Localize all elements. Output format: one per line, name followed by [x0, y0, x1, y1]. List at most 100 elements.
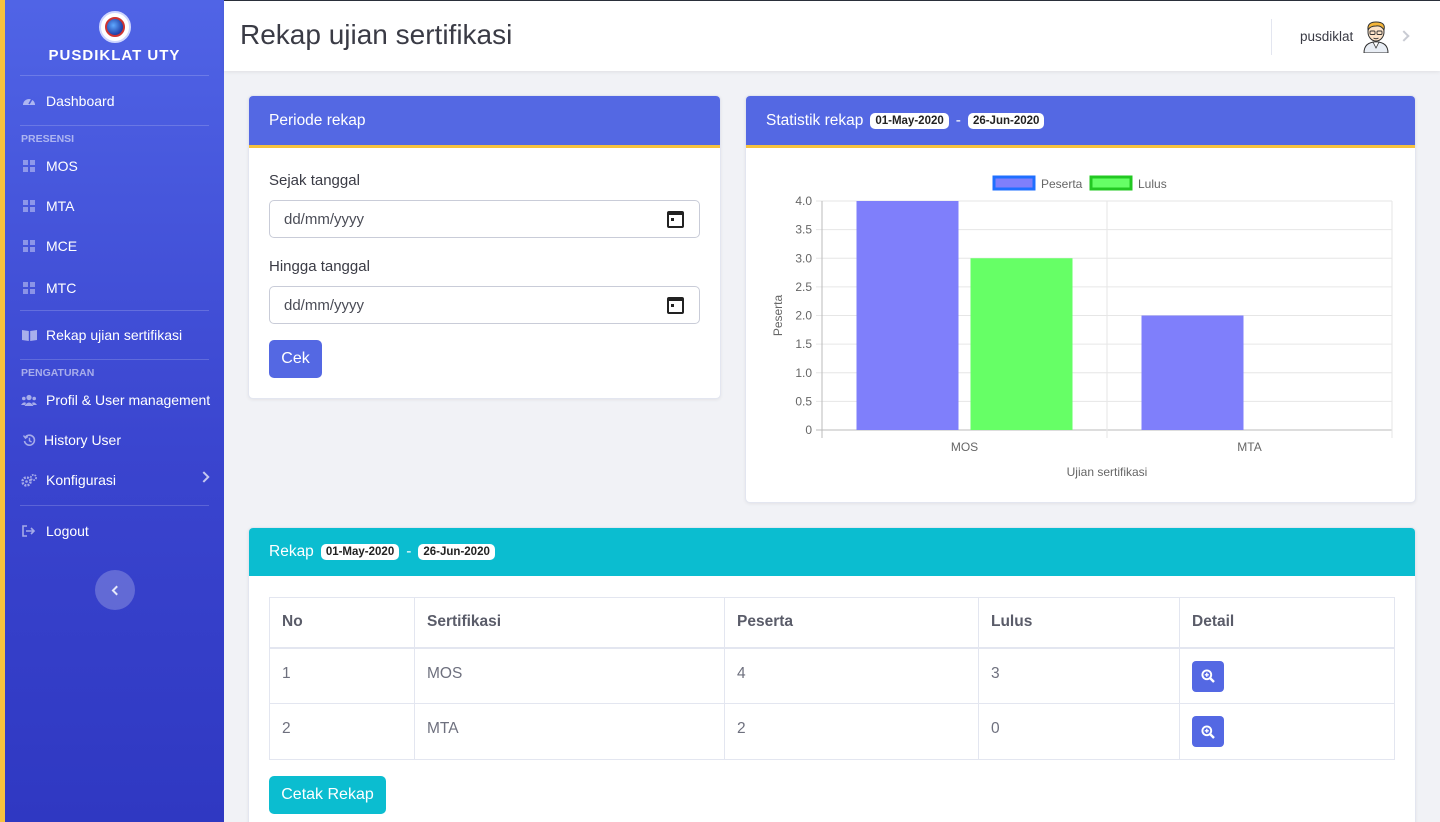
sidebar-item-konfigurasi[interactable]: Konfigurasi — [5, 460, 224, 500]
y-tick-label: 1.0 — [795, 366, 812, 380]
detail-button[interactable] — [1192, 716, 1224, 747]
zoom-in-icon — [1201, 669, 1215, 683]
zoom-in-icon — [1201, 724, 1215, 739]
topbar-divider — [1271, 19, 1272, 55]
sidebar-toggle-button[interactable] — [95, 570, 135, 610]
cell-no: 2 — [269, 703, 415, 760]
sidebar-item-label: Dashboard — [46, 92, 115, 109]
rekap-card-header: Rekap 01-May-2020 - 26-Jun-2020 — [249, 528, 1415, 576]
brand-logo — [98, 11, 131, 43]
tachometer-icon — [21, 94, 37, 108]
rekap-card: Rekap 01-May-2020 - 26-Jun-2020 No Serti… — [248, 527, 1416, 822]
periode-card: Periode rekap Sejak tanggal dd/mm/yyyy H… — [248, 95, 721, 399]
y-tick-label: 2.0 — [795, 309, 812, 323]
sidebar-item-label: Konfigurasi — [46, 472, 117, 488]
x-tick-label: MOS — [951, 440, 978, 454]
sidebar-item-history[interactable]: History User — [5, 420, 224, 460]
y-tick-label: 3.0 — [795, 251, 812, 265]
date-separator: - — [955, 111, 961, 129]
bar-peserta-mta — [1141, 315, 1244, 430]
rekap-table: No Sertifikasi Peserta Lulus Detail 1 MO… — [269, 597, 1395, 760]
since-date-input[interactable]: dd/mm/yyyy — [269, 200, 700, 238]
topbar: Rekap ujian sertifikasi pusdiklat — [224, 0, 1440, 71]
grid-icon — [21, 281, 37, 295]
sidebar-item-label: Rekap ujian sertifikasi — [46, 327, 183, 343]
grid-icon — [21, 199, 37, 213]
y-tick-label: 0 — [805, 423, 812, 437]
calendar-icon[interactable] — [667, 296, 684, 314]
legend-label-lulus: Lulus — [1138, 177, 1167, 191]
cell-sertifikasi: MTA — [414, 703, 725, 760]
sidebar-item-logout[interactable]: Logout — [5, 511, 224, 551]
statistik-card: Statistik rekap 01-May-2020 - 26-Jun-202… — [745, 95, 1416, 503]
x-axis-label: Ujian sertifikasi — [1067, 465, 1148, 479]
since-date-label: Sejak tanggal — [269, 172, 360, 189]
history-icon — [21, 433, 37, 447]
until-date-placeholder: dd/mm/yyyy — [284, 296, 365, 314]
page-title: Rekap ujian sertifikasi — [240, 19, 513, 50]
date-badge-from: 01-May-2020 — [320, 544, 400, 560]
until-date-input[interactable]: dd/mm/yyyy — [269, 286, 700, 324]
column-header-no: No — [269, 597, 415, 649]
legend-label-peserta: Peserta — [1041, 177, 1083, 191]
sidebar-item-label: MTC — [46, 280, 77, 296]
cell-peserta: 2 — [724, 703, 979, 760]
book-open-icon — [21, 328, 37, 342]
chevron-right-icon — [198, 471, 210, 483]
column-header-detail: Detail — [1179, 597, 1395, 649]
bar-lulus-mos — [970, 258, 1073, 430]
y-tick-label: 3.5 — [795, 223, 812, 237]
sidebar-item-label: History User — [44, 432, 122, 448]
cek-button[interactable]: Cek — [269, 340, 322, 378]
table-row: 1 MOS 4 3 — [269, 647, 1395, 704]
sidebar-item-label: MOS — [46, 158, 78, 174]
sidebar-item-rekap[interactable]: Rekap ujian sertifikasi — [5, 311, 224, 359]
periode-card-title: Periode rekap — [269, 111, 366, 129]
date-badge-to: 26-Jun-2020 — [967, 112, 1045, 129]
sidebar-item-label: MCE — [46, 238, 78, 254]
column-header-sertifikasi: Sertifikasi — [414, 597, 725, 649]
date-separator: - — [406, 543, 412, 560]
sidebar-item-mos[interactable]: MOS — [5, 146, 224, 186]
cell-detail — [1179, 647, 1395, 704]
cogs-icon — [21, 473, 37, 487]
statistik-card-header: Statistik rekap 01-May-2020 - 26-Jun-202… — [746, 96, 1415, 148]
brand[interactable]: PUSDIKLAT UTY — [5, 0, 224, 75]
y-tick-label: 0.5 — [795, 394, 812, 408]
cetak-rekap-button[interactable]: Cetak Rekap — [269, 776, 386, 814]
bar-chart: 0 0.5 1.0 1.5 2.0 2.5 3.0 3.5 4.0 MOS MTA Ujian ser… — [771, 175, 1393, 479]
chevron-left-icon — [111, 585, 122, 595]
until-date-label: Hingga tanggal — [269, 258, 370, 275]
y-axis-label: Peserta — [771, 294, 785, 336]
y-tick-label: 1.5 — [795, 337, 812, 351]
sidebar-heading-pengaturan: PENGATURAN — [21, 367, 95, 379]
sidebar-item-label: Profil & User management — [46, 392, 211, 408]
grid-icon — [21, 159, 37, 173]
y-tick-label: 2.5 — [795, 280, 812, 294]
cell-detail — [1179, 703, 1395, 760]
user-name[interactable]: pusdiklat — [1300, 29, 1353, 44]
x-tick-label: MTA — [1237, 440, 1261, 454]
detail-button[interactable] — [1192, 660, 1224, 692]
sidebar-item-label: MTA — [46, 198, 75, 214]
column-header-lulus: Lulus — [978, 597, 1180, 649]
sidebar-item-mce[interactable]: MCE — [5, 226, 224, 266]
sidebar-item-label: Logout — [46, 523, 89, 539]
cell-peserta: 4 — [724, 647, 979, 704]
date-badge-from: 01-May-2020 — [870, 112, 949, 129]
sidebar-item-dashboard[interactable]: Dashboard — [5, 76, 224, 125]
cell-no: 1 — [269, 647, 415, 704]
chevron-right-icon[interactable] — [1398, 30, 1410, 42]
cell-sertifikasi: MOS — [414, 647, 725, 704]
users-icon — [21, 393, 37, 407]
cell-lulus: 0 — [978, 703, 1180, 760]
sidebar-item-profil[interactable]: Profil & User management — [5, 380, 224, 420]
brand-name: PUSDIKLAT UTY — [48, 47, 181, 64]
table-row: 2 MTA 2 0 — [269, 703, 1395, 760]
sidebar-item-mta[interactable]: MTA — [5, 186, 224, 226]
sidebar-item-mtc[interactable]: MTC — [5, 266, 224, 310]
avatar[interactable] — [1361, 19, 1391, 53]
calendar-icon[interactable] — [667, 210, 684, 228]
table-header-row: No Sertifikasi Peserta Lulus Detail — [269, 597, 1395, 649]
column-header-peserta: Peserta — [724, 597, 979, 649]
